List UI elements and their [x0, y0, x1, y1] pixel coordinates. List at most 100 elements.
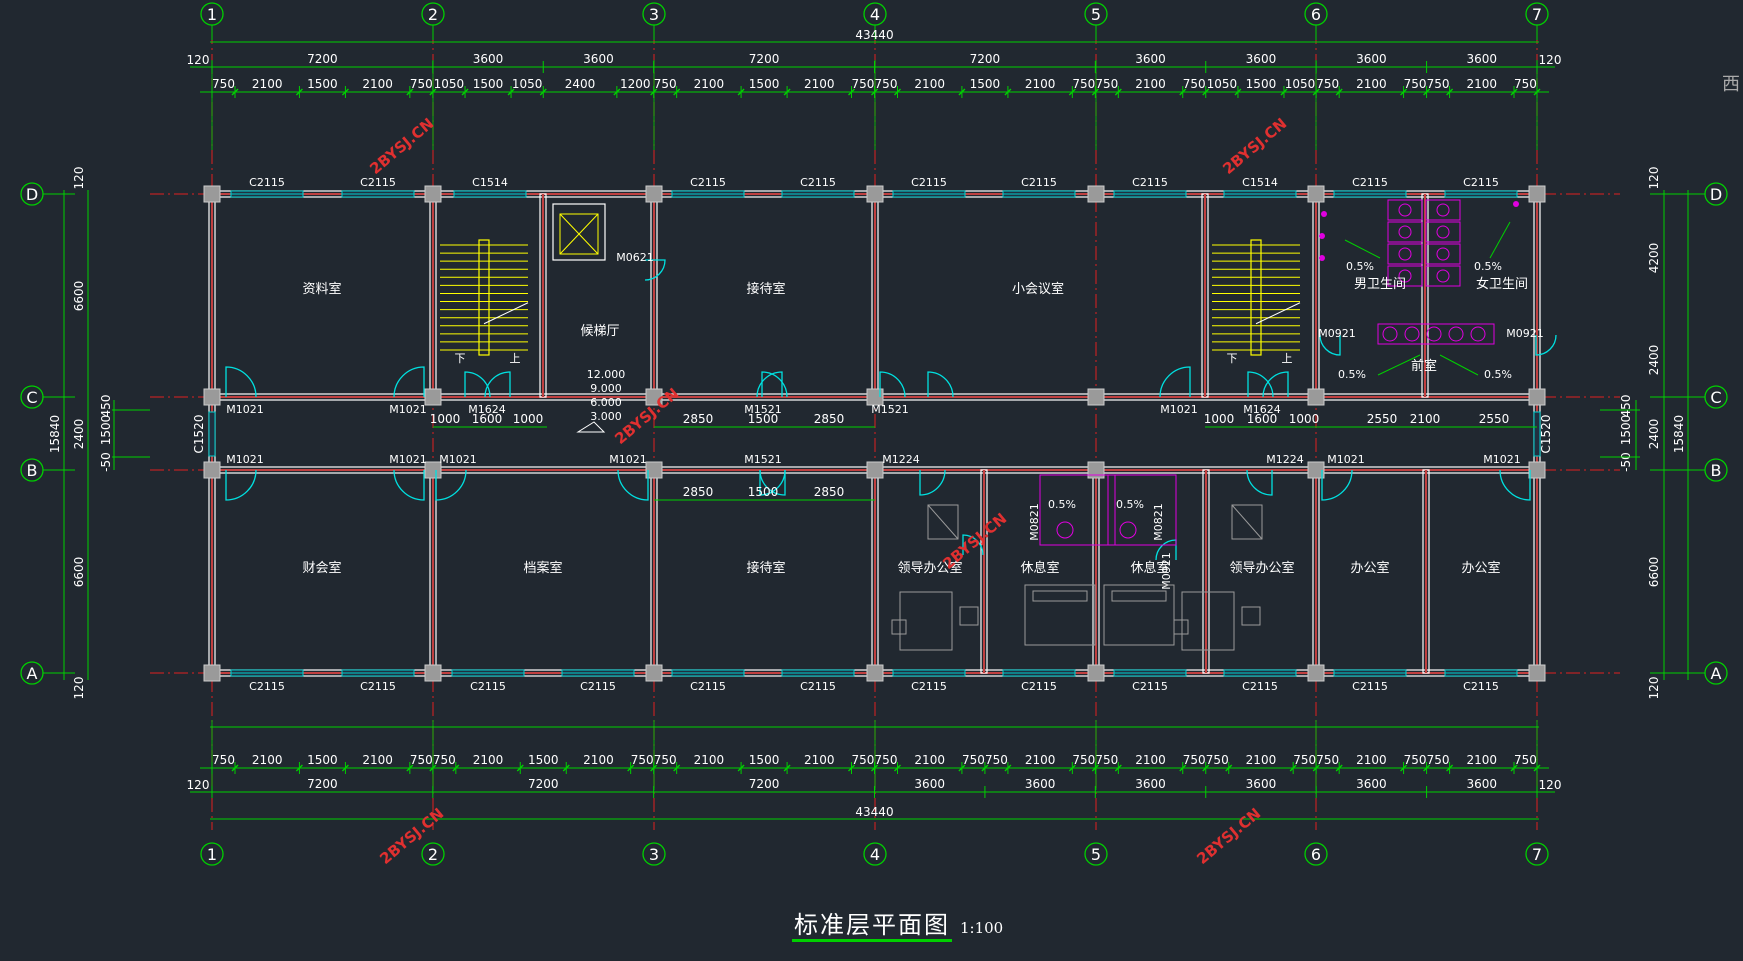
door-swing — [225, 469, 257, 501]
column — [1528, 388, 1546, 406]
dim-left-text: 6600 — [72, 281, 86, 312]
column — [1087, 664, 1105, 682]
dim-left-text: 2400 — [72, 419, 86, 450]
column — [1087, 388, 1105, 406]
door-label: M0821 — [1028, 503, 1041, 541]
dim-top-outer-text: 3600 — [1356, 52, 1387, 66]
toilet-bowl — [1436, 225, 1450, 239]
dim-bottom-edge: 120 — [1539, 778, 1562, 792]
office-chair — [959, 606, 979, 626]
dim-bottom-inner-text: 750 — [631, 753, 654, 767]
column — [424, 664, 442, 682]
stair-label: 上 — [510, 352, 521, 365]
corridor-dim-text: 1500 — [748, 412, 779, 426]
sink — [1448, 326, 1464, 342]
dim-total-top: 43440 — [855, 28, 893, 42]
corridor-dim-text: 2850 — [683, 485, 714, 499]
corridor-dim-text: 2850 — [814, 485, 845, 499]
column — [1307, 388, 1325, 406]
watermark-text: 2BYSJ.CN — [1219, 114, 1290, 178]
door-label: M0921 — [1506, 327, 1544, 340]
sink — [1404, 326, 1420, 342]
door-label: M1521 — [744, 453, 782, 466]
dim-left-text: 120 — [72, 677, 86, 700]
dim-bottom-inner-text: 750 — [962, 753, 985, 767]
dim-top-inner-text: 750 — [1095, 77, 1118, 91]
door-swing — [464, 371, 491, 398]
dim-top-inner-text: 750 — [1514, 77, 1537, 91]
dim-bottom-inner-text: 750 — [875, 753, 898, 767]
door-swing — [1247, 371, 1274, 398]
room-label: 办公室 — [1350, 560, 1389, 576]
door-swing — [1321, 469, 1353, 501]
dim-bottom-outer-text: 3600 — [1356, 777, 1387, 791]
room-label: 候梯厅 — [580, 324, 619, 339]
dim-bottom-inner-text: 750 — [1095, 753, 1118, 767]
stair-label: 上 — [1282, 352, 1293, 365]
door-swing — [393, 366, 425, 398]
column — [1307, 664, 1325, 682]
dim-top-outer-text: 3600 — [1246, 52, 1277, 66]
dim-bottom-inner-text: 750 — [1514, 753, 1537, 767]
slope-label: 0.5% — [1484, 368, 1512, 381]
dim-bottom-outer-text: 7200 — [749, 777, 780, 791]
wall-core — [432, 470, 434, 673]
dim-bottom-outer-text: 3600 — [1467, 777, 1498, 791]
sink — [1382, 326, 1398, 342]
door-swing — [927, 371, 954, 398]
window-label-bottom: C2115 — [470, 680, 506, 693]
window-label-bottom: C2115 — [1463, 680, 1499, 693]
toilet-stall — [1425, 265, 1461, 287]
door-label: M1021 — [439, 453, 477, 466]
dim-top-inner-text: 750 — [654, 77, 677, 91]
office-chair — [1173, 619, 1189, 635]
toilet-bowl — [1398, 203, 1412, 217]
column — [1087, 185, 1105, 203]
office-desk — [899, 591, 953, 651]
dim-top-edge: 120 — [187, 53, 210, 67]
dim-top-inner-text: 2100 — [1135, 77, 1166, 91]
dim-bottom-outer-text: 3600 — [1135, 777, 1166, 791]
room-label: 办公室 — [1461, 560, 1500, 576]
door-label: M1021 — [389, 403, 427, 416]
dim-bottom-inner-text: 750 — [985, 753, 1008, 767]
corridor-dim-text: 1000 — [430, 412, 461, 426]
dim-top-outer-text: 7200 — [970, 52, 1001, 66]
axis-label-bottom: 3 — [649, 845, 659, 864]
dim-bottom-inner-text: 2100 — [1246, 753, 1277, 767]
door-swing — [484, 371, 511, 398]
column — [1087, 461, 1105, 479]
corridor-dim-text: 1000 — [1204, 412, 1235, 426]
window-label-bottom: C2115 — [1021, 680, 1057, 693]
column — [645, 664, 663, 682]
dim-top-inner-text: 2100 — [1025, 77, 1056, 91]
dim-bottom-outer-text: 7200 — [307, 777, 338, 791]
axis-label-top: 5 — [1091, 5, 1101, 24]
door-swing — [1499, 469, 1531, 501]
room-label: 休息室 — [1130, 560, 1169, 576]
room-label: 小会议室 — [1012, 281, 1064, 297]
dim-bottom-outer-text: 3600 — [914, 777, 945, 791]
dim-top-inner-text: 1050 — [434, 77, 465, 91]
slope-label: 0.5% — [1474, 260, 1502, 273]
dim-top-inner-text: 1050 — [1285, 77, 1316, 91]
dim-bottom-inner-text: 2100 — [914, 753, 945, 767]
door-swing — [617, 469, 649, 501]
plan-title: 标准层平面图 — [792, 911, 952, 942]
axis-label-left: A — [27, 664, 38, 683]
column — [1528, 185, 1546, 203]
dim-right-text: 2400 — [1647, 345, 1661, 376]
wall-core — [1425, 470, 1427, 673]
elevation-text: 3.000 — [590, 410, 622, 423]
window-side-left — [208, 411, 216, 457]
dim-bottom-outer-text: 3600 — [1025, 777, 1056, 791]
dim-bottom-inner-text: 750 — [212, 753, 235, 767]
column — [866, 185, 884, 203]
window-label-top: C1514 — [1242, 176, 1278, 189]
dim-top-inner-text: 2100 — [362, 77, 393, 91]
dim-bottom-inner-text: 2100 — [1356, 753, 1387, 767]
door-label: M1021 — [226, 453, 264, 466]
elevation-text: 12.000 — [587, 368, 626, 381]
window-label-bottom: C2115 — [1132, 680, 1168, 693]
room-label: 资料室 — [302, 281, 341, 297]
